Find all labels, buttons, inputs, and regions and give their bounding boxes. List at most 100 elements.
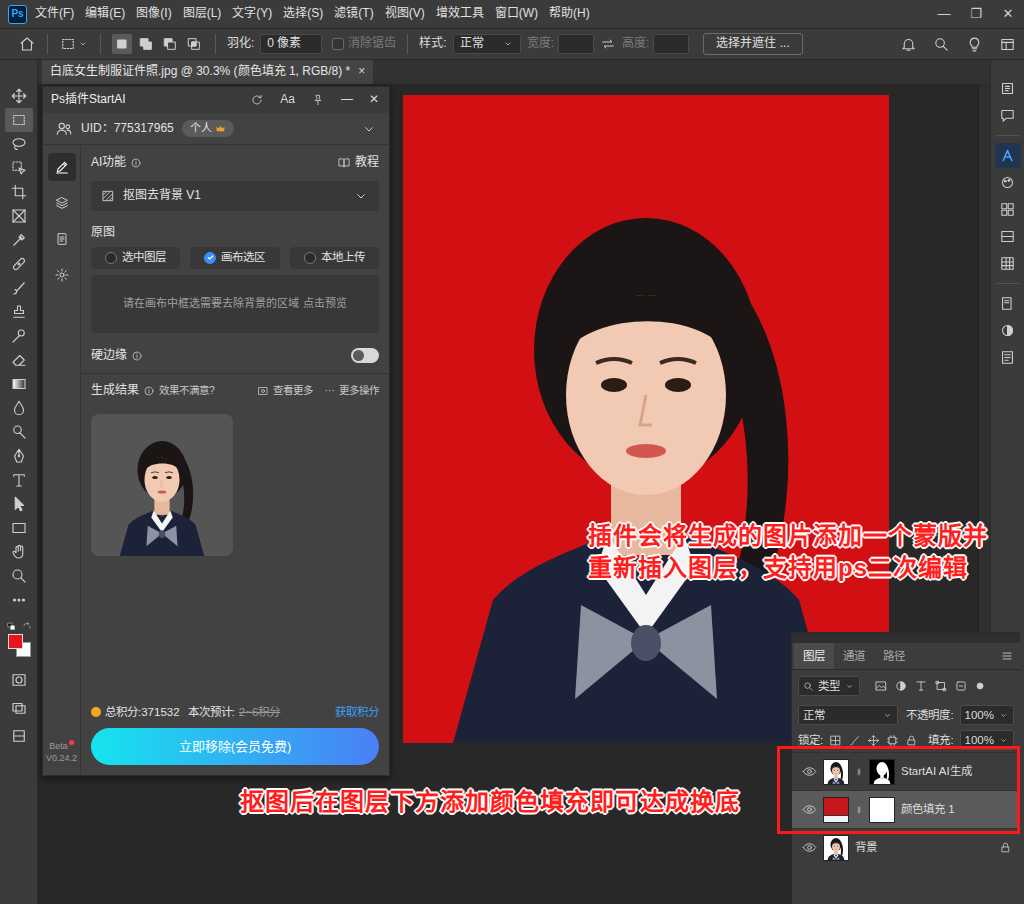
tool-button[interactable]	[5, 156, 33, 180]
hard-edge-toggle[interactable]	[351, 348, 379, 363]
menu-item[interactable]: 增效工具	[436, 6, 484, 22]
dock-panel-button[interactable]	[995, 345, 1021, 370]
radio-button[interactable]	[304, 252, 316, 264]
app-logo[interactable]: Ps	[8, 5, 27, 24]
feature-select[interactable]: 抠图去背景 V1	[91, 181, 379, 211]
dock-panel-button[interactable]	[995, 291, 1021, 316]
lock-paint-icon[interactable]	[848, 734, 861, 747]
dock-panel-button[interactable]	[995, 318, 1021, 343]
selection-mode-button[interactable]	[112, 34, 132, 54]
tool-button[interactable]	[5, 564, 33, 588]
filter-type-icon[interactable]	[914, 679, 928, 693]
menu-item[interactable]: 编辑(E)	[85, 6, 125, 22]
height-field[interactable]	[653, 34, 689, 54]
bulb-icon[interactable]	[966, 36, 983, 53]
selection-hint[interactable]: 请在画布中框选需要去除背景的区域 点击预览	[91, 275, 379, 333]
tool-button[interactable]	[5, 324, 33, 348]
lock-pixels-icon[interactable]	[829, 734, 842, 747]
mask-link[interactable]	[855, 765, 863, 779]
menu-item[interactable]: 文件(F)	[35, 6, 74, 22]
view-more-link[interactable]: 查看更多	[257, 384, 313, 398]
feather-field[interactable]: 0 像素	[260, 34, 322, 54]
source-option[interactable]: 本地上传	[290, 247, 379, 269]
layer-row[interactable]: 颜色填充 1	[792, 790, 1020, 828]
pin-icon[interactable]	[311, 93, 325, 107]
layer-mask-thumbnail[interactable]	[869, 759, 895, 785]
dock-panel-button[interactable]	[995, 224, 1021, 249]
antialias-box[interactable]	[332, 38, 344, 50]
tool-button[interactable]	[5, 348, 33, 372]
feedback-link[interactable]: 效果不满意?	[159, 384, 215, 398]
visibility-toggle[interactable]	[802, 840, 817, 855]
window-control-button[interactable]: ❐	[960, 0, 992, 28]
menu-item[interactable]: 图层(L)	[183, 6, 222, 22]
close-button[interactable]: ✕	[369, 92, 379, 108]
swap-colors-button[interactable]	[22, 622, 32, 632]
lock-artboard-icon[interactable]	[886, 734, 899, 747]
plugin-side-tab[interactable]	[48, 225, 76, 253]
tool-button[interactable]	[5, 372, 33, 396]
result-thumbnail[interactable]	[91, 414, 233, 556]
refresh-icon[interactable]	[250, 93, 264, 107]
window-control-button[interactable]: ✕	[992, 0, 1024, 28]
panel-menu-icon[interactable]	[1000, 649, 1014, 663]
tool-button[interactable]	[5, 540, 33, 564]
tool-button[interactable]	[5, 252, 33, 276]
radio-button[interactable]	[204, 252, 216, 264]
tool-button[interactable]	[5, 132, 33, 156]
plugin-side-tab[interactable]	[48, 189, 76, 217]
lock-all-icon[interactable]	[905, 734, 918, 747]
selection-mode-button[interactable]	[136, 34, 156, 54]
tool-button[interactable]	[5, 108, 33, 132]
filter-smart-icon[interactable]	[954, 679, 968, 693]
foreground-color-swatch[interactable]	[8, 634, 23, 649]
visibility-toggle[interactable]	[802, 764, 817, 779]
window-control-button[interactable]: —	[928, 0, 960, 28]
tool-button[interactable]	[5, 228, 33, 252]
quick-mask-button[interactable]	[5, 668, 33, 692]
tool-button[interactable]	[5, 300, 33, 324]
info-icon[interactable]	[143, 385, 155, 397]
layer-filter-select[interactable]: 类型	[798, 676, 860, 696]
dock-panel-button[interactable]	[995, 197, 1021, 222]
home-icon[interactable]	[18, 35, 36, 53]
tool-button[interactable]	[5, 444, 33, 468]
menu-item[interactable]: 选择(S)	[283, 6, 323, 22]
filter-shape-icon[interactable]	[934, 679, 948, 693]
artboard-tool-button[interactable]	[5, 724, 33, 748]
bell-icon[interactable]	[900, 36, 917, 53]
account-badge[interactable]: 个人	[182, 120, 234, 136]
menu-item[interactable]: 图像(I)	[136, 6, 171, 22]
search-icon[interactable]	[933, 36, 950, 53]
filter-image-icon[interactable]	[874, 679, 888, 693]
menu-item[interactable]: 帮助(H)	[549, 6, 590, 22]
dock-panel-button[interactable]	[995, 143, 1021, 168]
tool-button[interactable]	[5, 276, 33, 300]
plugin-side-tab[interactable]	[48, 153, 76, 181]
screen-mode-button[interactable]	[5, 696, 33, 720]
style-select[interactable]: 正常	[453, 34, 521, 54]
blend-mode-select[interactable]: 正常	[798, 705, 898, 725]
menu-item[interactable]: 窗口(W)	[495, 6, 538, 22]
get-points-link[interactable]: 获取积分	[335, 705, 379, 720]
dock-panel-button[interactable]	[995, 170, 1021, 195]
source-option[interactable]: 选中图层	[91, 247, 180, 269]
lock-move-icon[interactable]	[867, 734, 880, 747]
layer-row[interactable]: StartAI AI生成	[792, 752, 1020, 790]
close-tab-button[interactable]: ×	[358, 64, 365, 80]
workspace-icon[interactable]	[999, 36, 1016, 53]
more-actions-link[interactable]: ··· 更多操作	[325, 384, 380, 398]
swap-icon[interactable]	[600, 36, 616, 52]
dock-panel-button[interactable]	[995, 76, 1021, 101]
opacity-field[interactable]: 100%	[960, 705, 1014, 725]
font-size-button[interactable]: Aa	[280, 92, 295, 108]
width-field[interactable]	[558, 34, 594, 54]
menu-item[interactable]: 滤镜(T)	[334, 6, 373, 22]
visibility-toggle[interactable]	[802, 802, 817, 817]
tool-button[interactable]	[5, 468, 33, 492]
tool-button[interactable]	[5, 420, 33, 444]
select-and-mask-button[interactable]: 选择并遮住 ...	[703, 33, 802, 55]
source-option[interactable]: 画布选区	[190, 247, 279, 269]
menu-item[interactable]: 文字(Y)	[232, 6, 272, 22]
info-icon[interactable]	[130, 157, 142, 169]
